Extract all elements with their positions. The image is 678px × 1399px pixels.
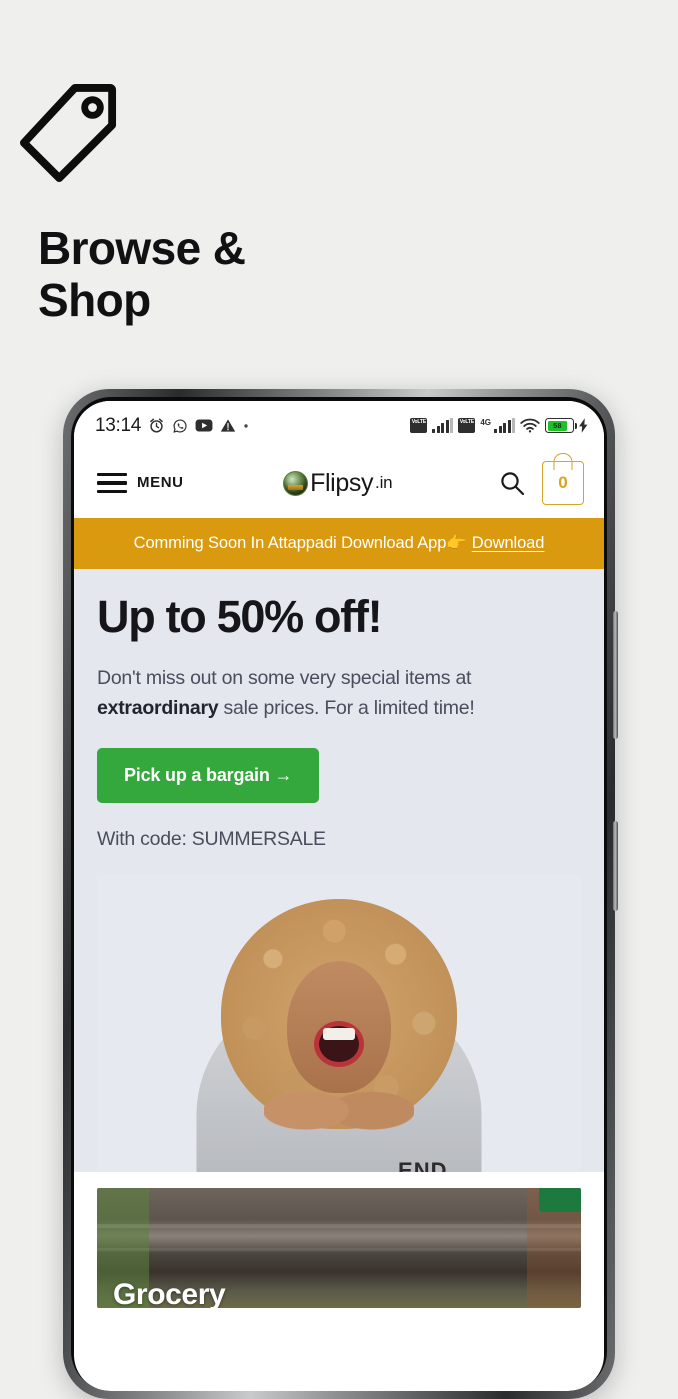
status-time: 13:14 (95, 414, 142, 436)
alarm-clock-icon (150, 418, 163, 433)
hero-photo (97, 874, 581, 1172)
status-bar: 13:14 VoLTE VoLTE 4G 58 (74, 401, 604, 448)
category-card-grocery[interactable]: Grocery (97, 1187, 581, 1308)
youtube-icon (195, 419, 213, 432)
category-name: Grocery (113, 1277, 226, 1308)
hero-section: Up to 50% off! Don't miss out on some ve… (74, 569, 604, 1172)
phone-bezel: 13:14 VoLTE VoLTE 4G 58 MENU Flipsy .in … (71, 397, 607, 1391)
brand-name: Flipsy (310, 468, 374, 497)
page-title-line1: Browse & (38, 222, 246, 274)
price-tag-icon (20, 83, 117, 182)
signal-bars-sim1-icon (432, 418, 454, 433)
battery-level: 58 (547, 420, 568, 431)
volte-sim1-icon: VoLTE (410, 418, 428, 433)
dot-icon (244, 423, 248, 428)
mouth-shape (314, 1020, 364, 1067)
promo-code-text: With code: SUMMERSALE (97, 828, 326, 851)
volume-button[interactable] (613, 611, 618, 739)
hero-headline: Up to 50% off! (97, 591, 383, 642)
status-bar-right: VoLTE VoLTE 4G 58 (410, 418, 588, 433)
volte-sim2-icon: VoLTE (458, 418, 476, 433)
cart-count: 0 (558, 473, 568, 492)
network-type-label: 4G (480, 418, 491, 427)
announcement-banner[interactable]: Comming Soon In Attappadi Download App👉 … (74, 518, 604, 569)
wifi-icon (520, 418, 540, 433)
whatsapp-icon (173, 418, 187, 433)
hero-subtext: Don't miss out on some very special item… (97, 663, 581, 725)
hero-subtext-part2: sale prices. For a limited time! (218, 697, 475, 720)
menu-button-label: MENU (137, 474, 184, 492)
phone-mockup: 13:14 VoLTE VoLTE 4G 58 MENU Flipsy .in … (63, 389, 618, 1399)
charging-bolt-icon (579, 418, 588, 433)
menu-button[interactable]: MENU (97, 472, 184, 494)
search-icon[interactable] (498, 469, 526, 497)
phone-screen: 13:14 VoLTE VoLTE 4G 58 MENU Flipsy .in … (74, 401, 604, 1391)
battery-icon: 58 (545, 418, 577, 433)
status-bar-left: 13:14 (95, 415, 410, 437)
hero-subtext-part1: Don't miss out on some very special item… (97, 666, 472, 689)
navbar-actions: 0 (498, 461, 584, 505)
signal-bars-sim2-icon (494, 418, 515, 433)
hero-subtext-bold: extraordinary (97, 697, 219, 720)
warning-triangle-icon (220, 419, 236, 432)
cart-button[interactable]: 0 (542, 461, 584, 505)
site-navbar: MENU Flipsy .in 0 (74, 448, 604, 518)
page-title: Browse & Shop (38, 222, 558, 327)
hamburger-icon (97, 472, 127, 494)
power-button[interactable] (613, 821, 618, 911)
brand-tld: .in (375, 473, 393, 492)
pick-up-bargain-button[interactable]: Pick up a bargain → (97, 748, 320, 804)
category-badge (539, 1187, 581, 1212)
download-link[interactable]: Download (472, 534, 545, 553)
page-title-line2: Shop (38, 274, 151, 327)
announcement-text: Comming Soon In Attappadi Download App👉 (133, 534, 467, 552)
brand-logo[interactable]: Flipsy .in (178, 469, 498, 498)
brand-emblem-icon (283, 470, 309, 496)
category-section: Grocery (74, 1171, 604, 1308)
hands-shape (264, 1071, 414, 1158)
